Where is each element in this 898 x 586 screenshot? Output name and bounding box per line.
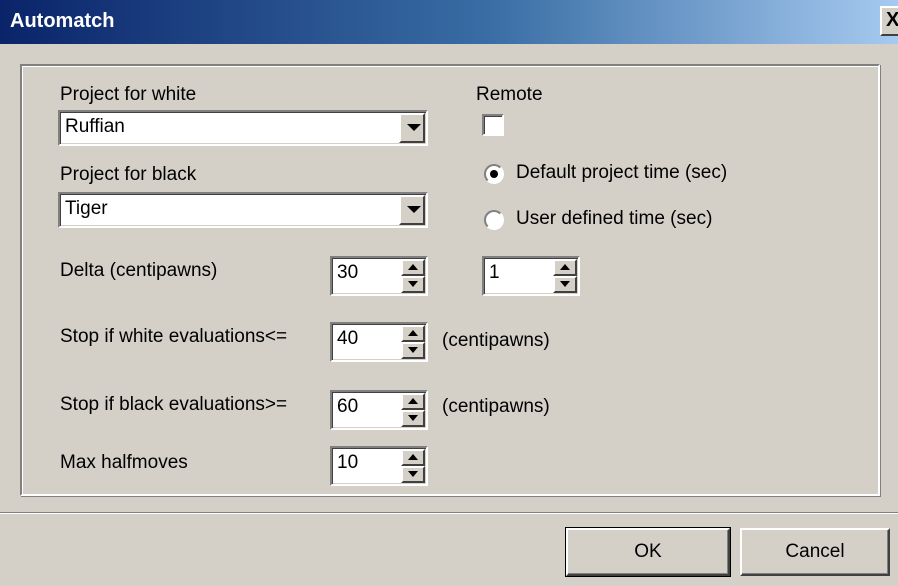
- close-icon: X: [886, 9, 898, 31]
- chevron-down-icon: [407, 206, 421, 213]
- stop-white-value[interactable]: 40: [337, 328, 358, 350]
- chevron-down-icon: [407, 124, 421, 131]
- stop-black-label: Stop if black evaluations>=: [60, 394, 288, 415]
- arrow-down-icon: [560, 281, 570, 287]
- max-halfmoves-label: Max halfmoves: [60, 452, 188, 473]
- stop-black-unit: (centipawns): [442, 396, 550, 417]
- arrow-up-icon: [408, 454, 418, 460]
- arrow-up-icon: [560, 264, 570, 270]
- max-halfmoves-spinner[interactable]: 10: [330, 446, 428, 486]
- arrow-down-icon: [408, 415, 418, 421]
- window-title: Automatch: [10, 10, 115, 32]
- stop-white-label: Stop if white evaluations<=: [60, 326, 288, 347]
- arrow-up-icon: [408, 330, 418, 336]
- user-time-radio[interactable]: [484, 210, 504, 230]
- user-time-increment-button[interactable]: [553, 259, 577, 276]
- delta-spin-buttons: [401, 259, 425, 293]
- delta-spinner[interactable]: 30: [330, 256, 428, 296]
- user-time-label: User defined time (sec): [516, 208, 713, 229]
- stop-white-spin-buttons: [401, 325, 425, 359]
- project-black-combo[interactable]: Tiger: [58, 192, 428, 228]
- default-time-label: Default project time (sec): [516, 162, 728, 183]
- arrow-up-icon: [408, 398, 418, 404]
- delta-decrement-button[interactable]: [401, 276, 425, 293]
- stop-black-spinner[interactable]: 60: [330, 390, 428, 430]
- stop-white-decrement-button[interactable]: [401, 342, 425, 359]
- project-white-label: Project for white: [60, 84, 197, 105]
- delta-value[interactable]: 30: [337, 262, 358, 284]
- stop-white-increment-button[interactable]: [401, 325, 425, 342]
- button-divider: [0, 512, 898, 514]
- project-white-dropdown-button[interactable]: [399, 113, 425, 143]
- stop-black-increment-button[interactable]: [401, 393, 425, 410]
- title-bar: Automatch X: [0, 0, 898, 44]
- max-halfmoves-value[interactable]: 10: [337, 452, 358, 474]
- project-white-value: Ruffian: [65, 116, 125, 137]
- cancel-button[interactable]: Cancel: [740, 528, 890, 576]
- default-time-radio[interactable]: [484, 164, 504, 184]
- user-time-spinner[interactable]: 1: [482, 256, 580, 296]
- user-time-decrement-button[interactable]: [553, 276, 577, 293]
- max-halfmoves-spin-buttons: [401, 449, 425, 483]
- project-black-label: Project for black: [60, 164, 197, 185]
- max-halfmoves-increment-button[interactable]: [401, 449, 425, 466]
- remote-label: Remote: [476, 84, 543, 105]
- arrow-down-icon: [408, 471, 418, 477]
- delta-label: Delta (centipawns): [60, 260, 218, 281]
- project-white-combo[interactable]: Ruffian: [58, 110, 428, 146]
- stop-black-spin-buttons: [401, 393, 425, 427]
- project-black-dropdown-button[interactable]: [399, 195, 425, 225]
- max-halfmoves-decrement-button[interactable]: [401, 466, 425, 483]
- ok-button[interactable]: OK: [565, 527, 731, 577]
- stop-white-unit: (centipawns): [442, 330, 550, 351]
- radio-selected-dot-icon: [490, 170, 498, 178]
- stop-white-spinner[interactable]: 40: [330, 322, 428, 362]
- arrow-up-icon: [408, 264, 418, 270]
- delta-increment-button[interactable]: [401, 259, 425, 276]
- user-time-value[interactable]: 1: [489, 262, 500, 284]
- arrow-down-icon: [408, 347, 418, 353]
- stop-black-decrement-button[interactable]: [401, 410, 425, 427]
- user-time-spin-buttons: [553, 259, 577, 293]
- remote-checkbox[interactable]: [482, 114, 504, 136]
- close-button[interactable]: X: [880, 6, 898, 36]
- stop-black-value[interactable]: 60: [337, 396, 358, 418]
- arrow-down-icon: [408, 281, 418, 287]
- project-black-value: Tiger: [65, 198, 108, 219]
